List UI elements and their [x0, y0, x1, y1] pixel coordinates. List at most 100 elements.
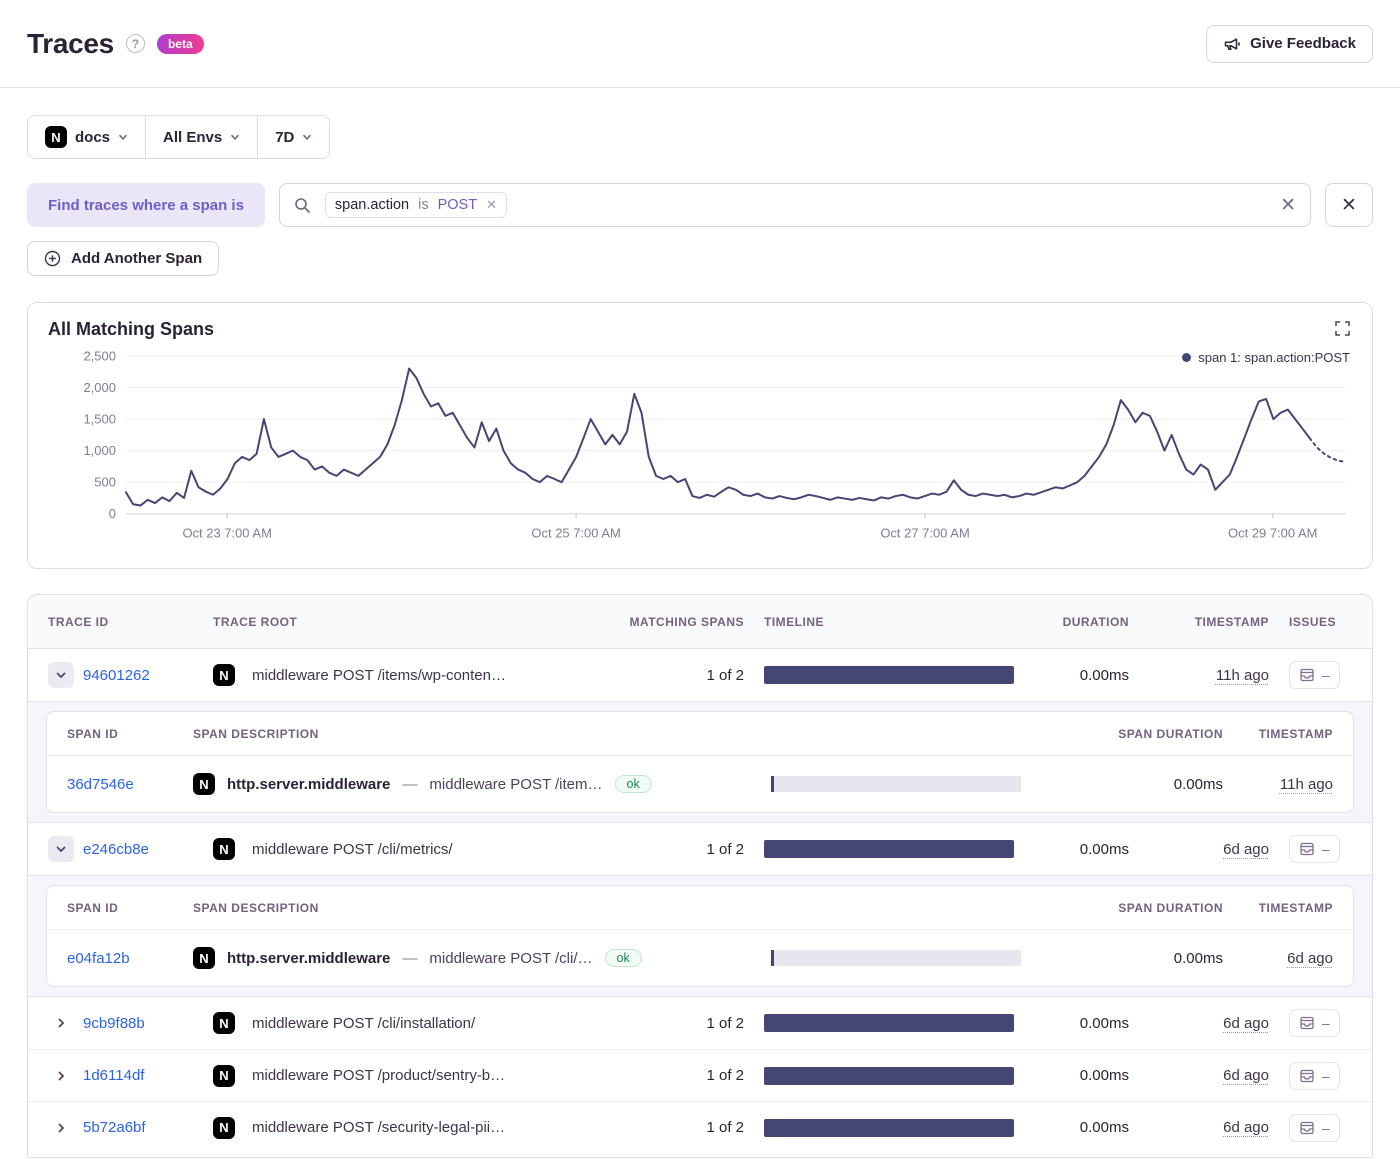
span-id-link[interactable]: 36d7546e [67, 776, 134, 793]
no-issues-dash: – [1322, 1015, 1330, 1031]
timestamp-link[interactable]: 6d ago [1223, 1119, 1269, 1136]
issues-inbox-icon [1299, 1015, 1315, 1031]
timestamp-cell: 6d ago [1149, 841, 1269, 858]
no-issues-dash: – [1322, 1120, 1330, 1136]
table-row: 1d6114dfNmiddleware POST /product/sentry… [28, 1049, 1372, 1101]
date-range-selector-value: 7D [275, 129, 294, 146]
matching-spans-cell: 1 of 2 [614, 1067, 744, 1084]
spans-subtable-header: SPAN IDSPAN DESCRIPTIONSPAN DURATIONTIME… [47, 712, 1353, 756]
clear-search-icon[interactable]: ✕ [1280, 196, 1296, 215]
timeline-cell [764, 840, 1014, 858]
span-duration-cell: 0.00ms [1037, 950, 1223, 967]
fullscreen-icon[interactable] [1335, 321, 1350, 336]
issues-inbox-icon [1299, 841, 1315, 857]
timestamp-link[interactable]: 6d ago [1223, 1015, 1269, 1032]
span-row: e04fa12bNhttp.server.middleware—middlewa… [47, 930, 1353, 986]
span-id-link[interactable]: e04fa12b [67, 950, 130, 967]
date-range-selector[interactable]: 7D [257, 116, 329, 158]
issues-cell: – [1289, 835, 1352, 863]
search-filter-token[interactable]: span.action is POST ✕ [325, 192, 507, 218]
add-another-span-button[interactable]: Add Another Span [27, 241, 219, 276]
issues-button[interactable]: – [1289, 835, 1340, 863]
nextjs-project-icon: N [213, 838, 235, 860]
issues-inbox-icon [1299, 1120, 1315, 1136]
span-description-text: middleware POST /cli/… [429, 950, 592, 967]
svg-text:Oct 29 7:00 AM: Oct 29 7:00 AM [1228, 526, 1317, 541]
trace-root-cell: Nmiddleware POST /items/wp-conten… [213, 664, 594, 686]
expand-row-button[interactable] [48, 1010, 74, 1036]
span-timeline-bar [771, 776, 1021, 792]
span-operation: http.server.middleware [227, 950, 390, 967]
timestamp-link[interactable]: 11h ago [1216, 667, 1269, 684]
column-header-issues: ISSUES [1289, 615, 1352, 629]
legend-series-dot [1182, 353, 1191, 362]
issues-button[interactable]: – [1289, 1062, 1340, 1090]
span-column-header-description: SPAN DESCRIPTION [193, 727, 755, 741]
page-title: Traces [27, 28, 114, 60]
remove-token-icon[interactable]: ✕ [486, 197, 497, 213]
timestamp-cell: 6d ago [1149, 1119, 1269, 1136]
trace-id-link[interactable]: 1d6114df [83, 1067, 144, 1084]
column-header-timeline: TIMELINE [764, 615, 1014, 629]
table-row: e246cb8eNmiddleware POST /cli/metrics/1 … [28, 823, 1372, 875]
all-matching-spans-panel: All Matching Spans span 1: span.action:P… [27, 302, 1373, 569]
expand-row-button[interactable] [48, 1063, 74, 1089]
give-feedback-button[interactable]: Give Feedback [1206, 25, 1373, 63]
issues-button[interactable]: – [1289, 1009, 1340, 1037]
expanded-spans-zone: SPAN IDSPAN DESCRIPTIONSPAN DURATIONTIME… [28, 875, 1372, 997]
nextjs-project-icon: N [213, 1065, 235, 1087]
chevron-right-icon [55, 1122, 67, 1134]
nextjs-project-icon: N [193, 773, 215, 795]
matching-spans-cell: 1 of 2 [614, 667, 744, 684]
timestamp-link[interactable]: 6d ago [1223, 1067, 1269, 1084]
collapse-row-button[interactable] [48, 662, 74, 688]
project-selector[interactable]: N docs [28, 116, 145, 158]
trace-id-cell: e246cb8e [48, 836, 193, 862]
table-row: 5b72a6bf Nmiddleware POST /security-legal… [28, 1101, 1372, 1153]
duration-cell: 0.00ms [1034, 1015, 1129, 1032]
trace-id-link[interactable]: 9cb9f88b [83, 1015, 145, 1032]
span-timeline-bar [771, 950, 1021, 966]
span-column-header-id: SPAN ID [67, 901, 177, 915]
issues-button[interactable]: – [1289, 661, 1340, 689]
chevron-down-icon [118, 132, 128, 142]
svg-text:500: 500 [94, 475, 116, 490]
page-header: Traces ? beta Give Feedback [0, 0, 1400, 88]
chart-legend[interactable]: span 1: span.action:POST [1182, 350, 1350, 365]
project-selector-value: docs [75, 129, 110, 146]
column-header-matching-spans: MATCHING SPANS [614, 615, 744, 629]
span-timeline-cell [771, 776, 1021, 792]
description-separator: — [402, 950, 417, 967]
environment-selector[interactable]: All Envs [145, 116, 257, 158]
issues-button[interactable]: – [1289, 1114, 1340, 1142]
remove-query-row-button[interactable]: ✕ [1325, 183, 1373, 227]
description-separator: — [402, 776, 417, 793]
nextjs-project-icon: N [45, 126, 67, 148]
trace-root-cell: Nmiddleware POST /security-legal-pii… [213, 1117, 594, 1139]
span-timeline-marker [771, 950, 774, 966]
timeline-cell [764, 666, 1014, 684]
span-search-input[interactable]: span.action is POST ✕ ✕ [279, 183, 1311, 227]
megaphone-icon [1223, 35, 1241, 53]
svg-text:1,000: 1,000 [83, 443, 115, 458]
span-operation: http.server.middleware [227, 776, 390, 793]
timestamp-link[interactable]: 11h ago [1280, 776, 1333, 793]
timeline-bar [764, 1119, 1014, 1137]
timestamp-link[interactable]: 6d ago [1223, 841, 1269, 858]
trace-id-link[interactable]: 5b72a6bf [83, 1119, 146, 1136]
issues-inbox-icon [1299, 1068, 1315, 1084]
token-key: span.action [335, 197, 409, 213]
trace-id-cell: 5b72a6bf [48, 1115, 193, 1141]
span-id-cell: e04fa12b [67, 950, 177, 967]
spans-subtable-header: SPAN IDSPAN DESCRIPTIONSPAN DURATIONTIME… [47, 886, 1353, 930]
trace-id-link[interactable]: e246cb8e [83, 841, 149, 858]
trace-root-cell: Nmiddleware POST /cli/metrics/ [213, 838, 594, 860]
timestamp-link[interactable]: 6d ago [1287, 950, 1333, 967]
trace-id-cell: 94601262 [48, 662, 193, 688]
expand-row-button[interactable] [48, 1115, 74, 1141]
trace-id-link[interactable]: 94601262 [83, 667, 150, 684]
span-column-header-description: SPAN DESCRIPTION [193, 901, 755, 915]
no-issues-dash: – [1322, 841, 1330, 857]
collapse-row-button[interactable] [48, 836, 74, 862]
help-icon[interactable]: ? [126, 34, 145, 53]
